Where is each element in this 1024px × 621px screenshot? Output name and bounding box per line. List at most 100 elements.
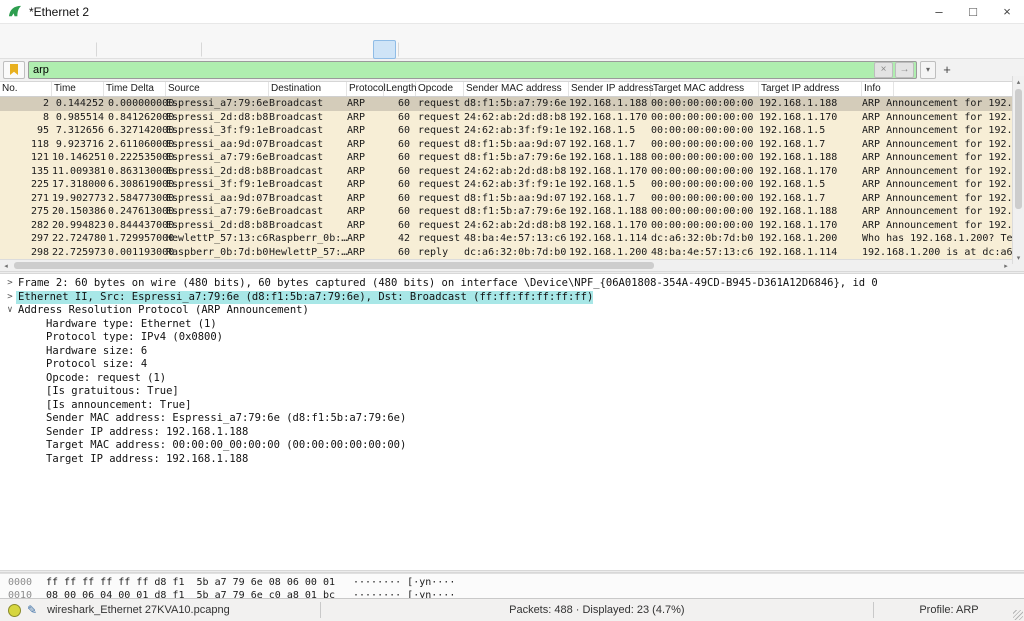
scroll-up-icon[interactable]: ▴ <box>1013 76 1024 88</box>
zoom-reset-icon[interactable] <box>455 40 478 59</box>
expander-icon[interactable] <box>4 399 16 413</box>
profile-selector[interactable]: Profile: ARP <box>874 604 1024 616</box>
detail-line[interactable]: ∨ Address Resolution Protocol (ARP Annou… <box>0 304 1024 318</box>
packet-row[interactable]: 298 22.725973 0.001193000 Raspberr_0b:7d… <box>0 246 1024 260</box>
packet-row[interactable]: 225 17.318000 6.308619000 Espressi_3f:f9… <box>0 178 1024 192</box>
toolbar-separator[interactable] <box>201 42 210 57</box>
minimize-button[interactable]: – <box>922 0 956 23</box>
colorize-icon[interactable] <box>373 40 396 59</box>
menu-item[interactable] <box>86 31 100 33</box>
save-file-icon[interactable] <box>130 40 153 59</box>
column-header-sender-ip[interactable]: Sender IP address <box>569 82 651 96</box>
vscroll-thumb[interactable] <box>1015 89 1022 209</box>
menu-item[interactable] <box>30 31 44 33</box>
detail-line[interactable]: [Is gratuitous: True] <box>0 385 1024 399</box>
column-header-target-ip[interactable]: Target IP address <box>759 82 862 96</box>
detail-line[interactable]: Target MAC address: 00:00:00_00:00:00 (0… <box>0 439 1024 453</box>
capture-options-icon[interactable] <box>71 40 94 59</box>
zoom-out-icon[interactable] <box>432 40 455 59</box>
packet-row[interactable]: 2 0.144252 0.000000000 Espressi_a7:79:6e… <box>0 97 1024 111</box>
go-to-packet-icon[interactable] <box>281 40 304 59</box>
detail-line[interactable]: Hardware type: Ethernet (1) <box>0 318 1024 332</box>
hscroll-thumb[interactable] <box>14 262 654 269</box>
column-header-target-mac[interactable]: Target MAC address <box>651 82 759 96</box>
menu-item[interactable] <box>100 31 114 33</box>
last-packet-icon[interactable] <box>327 40 350 59</box>
column-header-no[interactable]: No. <box>0 82 52 96</box>
menu-item[interactable] <box>58 31 72 33</box>
zoom-in-icon[interactable] <box>409 40 432 59</box>
toolbar-separator[interactable] <box>96 42 105 57</box>
maximize-button[interactable]: □ <box>956 0 990 23</box>
column-header-sender-mac[interactable]: Sender MAC address <box>464 82 569 96</box>
packet-row[interactable]: 275 20.150386 0.247613000 Espressi_a7:79… <box>0 205 1024 219</box>
detail-line[interactable]: Sender IP address: 192.168.1.188 <box>0 426 1024 440</box>
filter-apply-icon[interactable]: → <box>895 62 914 78</box>
scroll-left-icon[interactable]: ◂ <box>0 260 12 271</box>
filter-bookmark-button[interactable] <box>3 61 25 79</box>
column-header-time[interactable]: Time <box>52 82 104 96</box>
open-file-icon[interactable] <box>107 40 130 59</box>
packet-row[interactable]: 8 0.985514 0.841262000 Espressi_2d:d8:b8… <box>0 111 1024 125</box>
packet-row[interactable]: 95 7.312656 6.327142000 Espressi_3f:f9:1… <box>0 124 1024 138</box>
menu-item[interactable] <box>72 31 86 33</box>
close-button[interactable]: × <box>990 0 1024 23</box>
expander-icon[interactable] <box>4 439 16 453</box>
filter-clear-icon[interactable]: × <box>874 62 893 78</box>
find-packet-icon[interactable] <box>212 40 235 59</box>
menu-item[interactable] <box>44 31 58 33</box>
scroll-down-icon[interactable]: ▾ <box>1013 252 1024 264</box>
expander-icon[interactable] <box>4 345 16 359</box>
column-header-opcode[interactable]: Opcode <box>416 82 464 96</box>
packet-row[interactable]: 282 20.994823 0.844437000 Espressi_2d:d8… <box>0 219 1024 233</box>
expander-icon[interactable] <box>4 412 16 426</box>
go-back-icon[interactable] <box>235 40 258 59</box>
menu-item[interactable] <box>128 31 142 33</box>
auto-scroll-icon[interactable] <box>350 40 373 59</box>
packet-row[interactable]: 135 11.009381 0.863130000 Espressi_2d:d8… <box>0 165 1024 179</box>
detail-line[interactable]: Target IP address: 192.168.1.188 <box>0 453 1024 467</box>
first-packet-icon[interactable] <box>304 40 327 59</box>
menu-item[interactable] <box>16 31 30 33</box>
column-header-length[interactable]: Length <box>384 82 416 96</box>
go-forward-icon[interactable] <box>258 40 281 59</box>
detail-line[interactable]: > Ethernet II, Src: Espressi_a7:79:6e (d… <box>0 291 1024 305</box>
expander-icon[interactable]: > <box>4 291 16 305</box>
detail-line[interactable]: Protocol size: 4 <box>0 358 1024 372</box>
packet-row[interactable]: 297 22.724780 1.729957000 HewlettP_57:13… <box>0 232 1024 246</box>
column-header-info[interactable]: Info <box>862 82 894 96</box>
scroll-right-icon[interactable]: ▸ <box>1000 260 1012 271</box>
expander-icon[interactable] <box>4 385 16 399</box>
start-capture-icon[interactable] <box>2 40 25 59</box>
menu-item[interactable] <box>114 31 128 33</box>
capture-comment-icon[interactable]: ✎ <box>27 603 37 617</box>
close-file-icon[interactable] <box>153 40 176 59</box>
expander-icon[interactable]: > <box>4 277 16 291</box>
expander-icon[interactable] <box>4 372 16 386</box>
detail-line[interactable]: Protocol type: IPv4 (0x0800) <box>0 331 1024 345</box>
packet-row[interactable]: 118 9.923716 2.611060000 Espressi_aa:9d:… <box>0 138 1024 152</box>
expander-icon[interactable] <box>4 318 16 332</box>
detail-line[interactable]: > Frame 2: 60 bytes on wire (480 bits), … <box>0 277 1024 291</box>
column-header-delta[interactable]: Time Delta <box>104 82 166 96</box>
expander-icon[interactable] <box>4 358 16 372</box>
display-filter-input[interactable] <box>29 63 874 77</box>
column-header-dest[interactable]: Destination <box>269 82 347 96</box>
resize-columns-icon[interactable] <box>478 40 501 59</box>
expander-icon[interactable]: ∨ <box>4 304 16 318</box>
resize-grip[interactable] <box>1013 610 1023 620</box>
filter-add-button[interactable]: + <box>939 62 955 78</box>
stop-capture-icon[interactable] <box>25 40 48 59</box>
restart-capture-icon[interactable] <box>48 40 71 59</box>
expert-info-icon[interactable] <box>8 604 21 617</box>
detail-line[interactable]: Opcode: request (1) <box>0 372 1024 386</box>
filter-dropdown-icon[interactable]: ▾ <box>920 61 936 79</box>
menu-item[interactable] <box>2 31 16 33</box>
detail-line[interactable]: [Is announcement: True] <box>0 399 1024 413</box>
menu-item[interactable] <box>142 31 156 33</box>
column-header-protocol[interactable]: Protocol <box>347 82 384 96</box>
column-header-source[interactable]: Source <box>166 82 269 96</box>
reload-icon[interactable] <box>176 40 199 59</box>
toolbar-separator[interactable] <box>398 42 407 57</box>
detail-line[interactable]: Sender MAC address: Espressi_a7:79:6e (d… <box>0 412 1024 426</box>
